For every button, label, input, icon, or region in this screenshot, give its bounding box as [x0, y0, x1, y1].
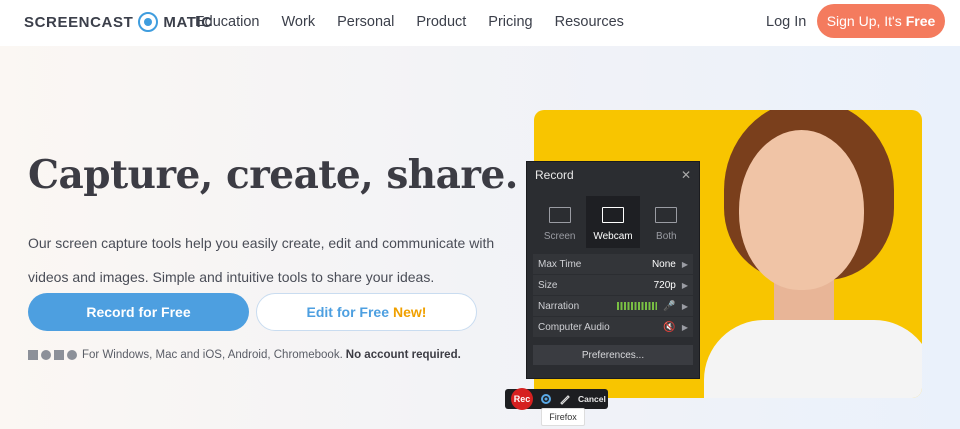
size-row[interactable]: Size 720p ▶: [533, 275, 693, 295]
max-time-label: Max Time: [538, 258, 582, 270]
nav-work[interactable]: Work: [282, 14, 316, 30]
signup-free: Free: [905, 13, 936, 29]
mode-both-label: Both: [656, 231, 677, 242]
preferences-button[interactable]: Preferences...: [533, 345, 693, 365]
pencil-icon[interactable]: [559, 393, 571, 405]
nav-resources[interactable]: Resources: [555, 14, 624, 30]
panel-title: Record: [535, 168, 574, 182]
main-menu: Education Work Personal Product Pricing …: [195, 14, 646, 30]
new-badge: New!: [393, 304, 427, 320]
platform-support: For Windows, Mac and iOS, Android, Chrom…: [28, 349, 461, 361]
monitor-icon: [548, 207, 571, 223]
android-icon: [54, 350, 64, 360]
mode-webcam-label: Webcam: [593, 231, 633, 242]
chevron-right-icon: ▶: [681, 259, 688, 269]
nav-pricing[interactable]: Pricing: [488, 14, 532, 30]
webcam-icon: [601, 207, 624, 223]
record-for-free-button[interactable]: Record for Free: [28, 293, 249, 331]
edit-button-label: Edit for Free: [306, 304, 389, 320]
narration-label: Narration: [538, 300, 580, 312]
mode-both[interactable]: Both: [640, 196, 693, 248]
size-label: Size: [538, 279, 558, 291]
hero-headline: Capture, create, share.: [28, 152, 518, 198]
close-icon[interactable]: ✕: [681, 168, 691, 182]
brand-part1: SCREENCAST: [24, 13, 134, 31]
rec-button[interactable]: Rec: [511, 388, 533, 410]
top-nav: SCREENCAST MATIC Education Work Personal…: [0, 0, 960, 46]
firefox-tooltip: Firefox: [541, 408, 585, 426]
nav-product[interactable]: Product: [416, 14, 466, 30]
size-value: 720p: [653, 279, 676, 291]
speaker-muted-icon: 🔇: [663, 321, 676, 333]
chevron-right-icon: ▶: [681, 301, 688, 311]
mode-screen[interactable]: Screen: [533, 196, 586, 248]
narration-row[interactable]: Narration 🎤 ▶: [533, 296, 693, 316]
platforms-bold: No account required.: [345, 349, 461, 361]
nav-education[interactable]: Education: [195, 14, 260, 30]
windows-icon: [28, 350, 38, 360]
login-link[interactable]: Log In: [766, 14, 806, 30]
computer-audio-label: Computer Audio: [538, 321, 610, 333]
signup-button[interactable]: Sign Up, It's Free: [817, 4, 945, 38]
nav-personal[interactable]: Personal: [337, 14, 394, 30]
chevron-right-icon: ▶: [681, 280, 688, 290]
logo-dot-icon: [138, 12, 159, 32]
computer-audio-row[interactable]: Computer Audio 🔇 ▶: [533, 317, 693, 337]
settings-list: Max Time None ▶ Size 720p ▶ Narration 🎤 ▶ C…: [533, 254, 693, 337]
cancel-button[interactable]: Cancel: [578, 394, 606, 404]
chrome-icon: [67, 350, 77, 360]
edit-for-free-button[interactable]: Edit for Free New!: [256, 293, 477, 331]
max-time-row[interactable]: Max Time None ▶: [533, 254, 693, 274]
platforms-text: For Windows, Mac and iOS, Android, Chrom…: [82, 349, 343, 361]
microphone-icon: 🎤: [663, 300, 676, 312]
audio-level-meter: [617, 302, 658, 310]
brand-logo[interactable]: SCREENCAST MATIC: [24, 12, 213, 32]
panel-header: Record ✕: [527, 162, 699, 188]
hero-description: Our screen capture tools help you easily…: [28, 235, 495, 285]
mode-webcam[interactable]: Webcam: [586, 196, 640, 248]
apple-icon: [41, 350, 51, 360]
signup-text: Sign Up, It's: [826, 13, 902, 29]
mode-screen-label: Screen: [543, 231, 576, 242]
screen-webcam-icon: [655, 207, 678, 223]
chevron-right-icon: ▶: [681, 322, 688, 332]
mode-selector: Screen Webcam Both: [533, 196, 693, 248]
max-time-value: None: [651, 258, 676, 270]
record-panel: Record ✕ Screen Webcam Both Max Time Non…: [526, 161, 700, 379]
recording-toolbar: Rec Cancel: [505, 388, 608, 410]
gear-icon[interactable]: [540, 393, 552, 405]
